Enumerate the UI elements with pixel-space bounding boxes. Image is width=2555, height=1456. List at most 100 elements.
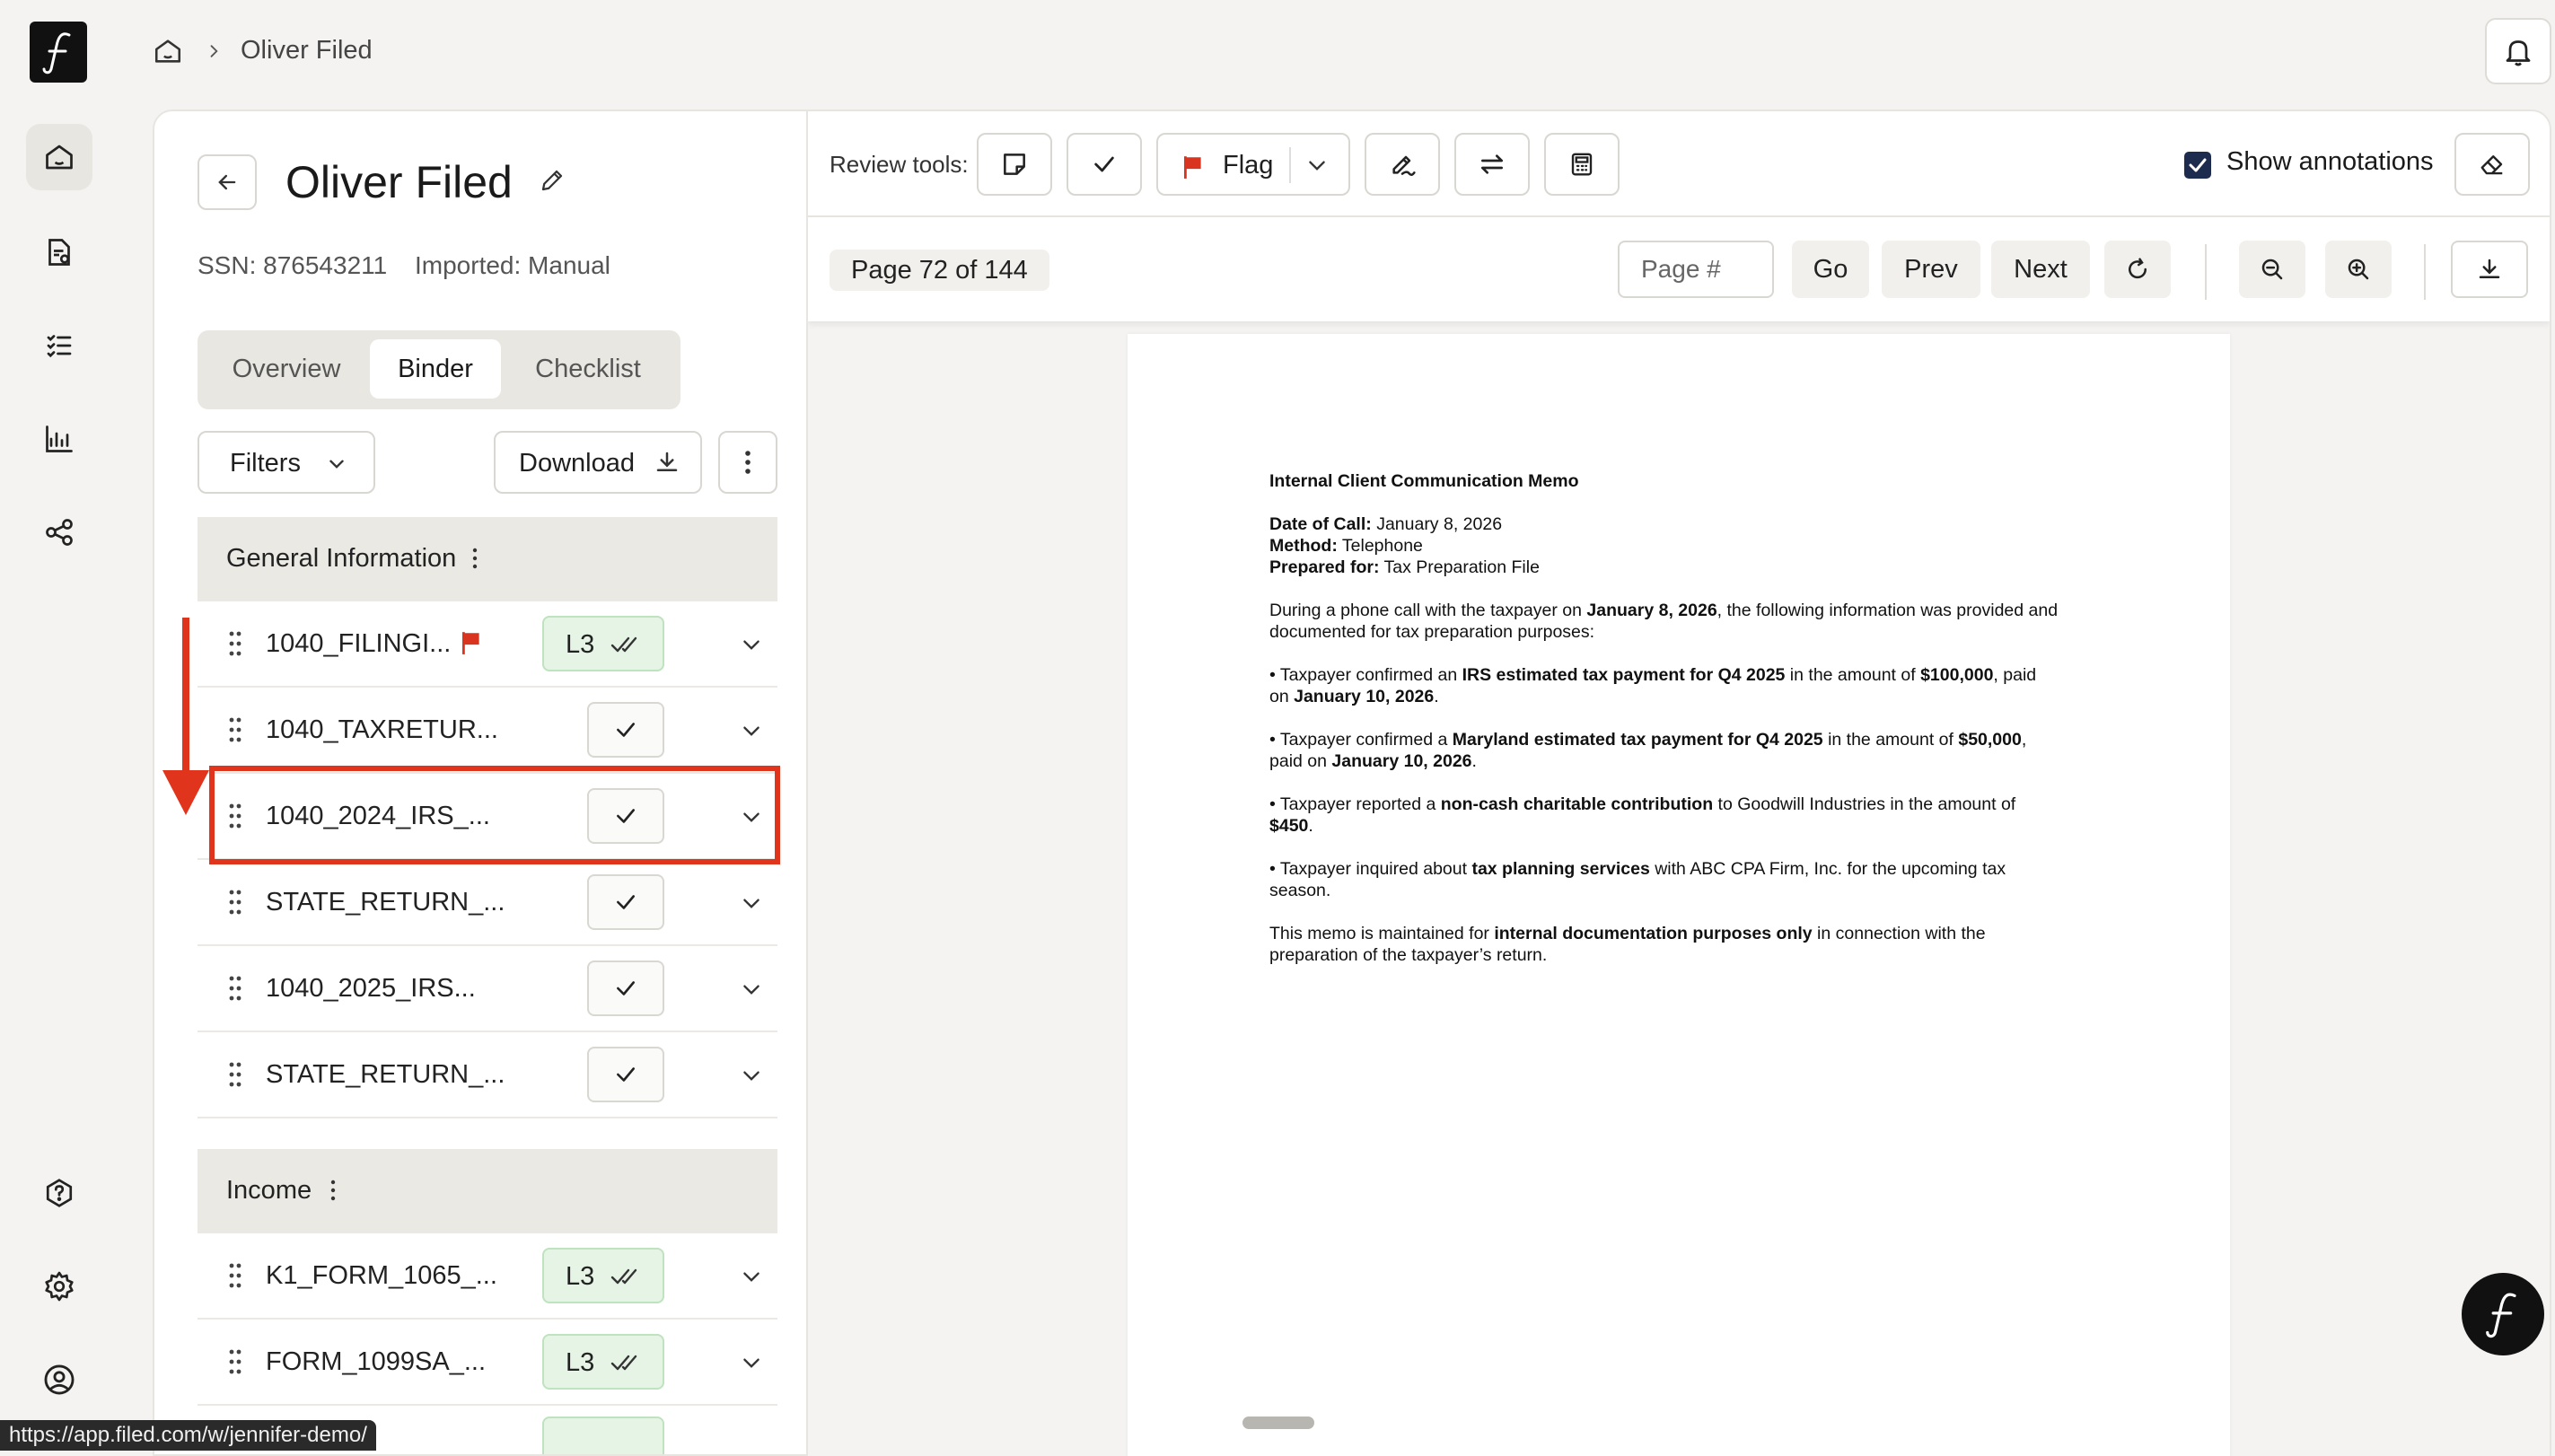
chevron-down-icon[interactable] <box>1305 156 1329 176</box>
back-button[interactable] <box>198 154 257 210</box>
chevron-down-icon[interactable] <box>740 894 763 914</box>
nav-home[interactable] <box>26 124 92 190</box>
share-icon <box>43 516 75 548</box>
next-page-button[interactable]: Next <box>1991 241 2090 298</box>
pencil-icon[interactable] <box>539 167 566 194</box>
kebab-menu-icon[interactable] <box>472 548 478 569</box>
tab-overview[interactable]: Overview <box>206 339 366 399</box>
drag-handle-icon[interactable] <box>228 1061 242 1088</box>
nav-account[interactable] <box>26 1346 92 1413</box>
nav-analytics[interactable] <box>26 406 92 472</box>
chevron-down-icon[interactable] <box>740 722 763 741</box>
page-number-input[interactable] <box>1618 241 1774 298</box>
mark-reviewed-button[interactable] <box>587 1047 664 1102</box>
drag-handle-icon[interactable] <box>228 630 242 657</box>
memo-method-label: Method: <box>1269 536 1338 556</box>
zoom-out-button[interactable] <box>2239 241 2305 298</box>
nav-share[interactable] <box>26 499 92 566</box>
binder-row[interactable]: K1_FORM_1065_... L3 <box>198 1233 777 1320</box>
nav-help[interactable] <box>26 1160 92 1226</box>
drag-handle-icon[interactable] <box>228 975 242 1002</box>
approve-button[interactable] <box>1067 133 1142 196</box>
chevron-down-icon <box>325 452 348 476</box>
mark-reviewed-button[interactable] <box>587 702 664 758</box>
flag-icon <box>1181 154 1205 180</box>
review-level-badge[interactable] <box>542 1417 664 1454</box>
client-imported: Imported: Manual <box>415 251 610 279</box>
zoom-in-button[interactable] <box>2325 241 2392 298</box>
binder-row[interactable]: FORM_1099SA_... L3 <box>198 1320 777 1406</box>
prev-page-button[interactable]: Prev <box>1882 241 1980 298</box>
clear-annotations-button[interactable] <box>2454 133 2530 196</box>
check-icon <box>614 978 637 998</box>
breadcrumb-home-icon[interactable] <box>153 36 183 66</box>
text-run-bold: internal documentation purposes only <box>1494 924 1813 943</box>
memo-intro: During a phone call with the taxpayer on… <box>1269 600 2059 643</box>
nav-settings[interactable] <box>26 1253 92 1320</box>
signature-button[interactable] <box>1365 133 1440 196</box>
binder-row[interactable]: 1040_TAXRETUR... <box>198 688 777 774</box>
filed-logo-icon[interactable] <box>30 22 87 83</box>
download-page-button[interactable] <box>2451 241 2528 298</box>
sticky-note-button[interactable] <box>977 133 1052 196</box>
text-run: • Taxpayer confirmed an <box>1269 665 1462 685</box>
mark-reviewed-button[interactable] <box>587 960 664 1016</box>
binder-row[interactable]: 1040_2025_IRS... <box>198 946 777 1032</box>
chart-icon <box>43 423 75 455</box>
go-button[interactable]: Go <box>1792 241 1869 298</box>
document-name: 1040_FILINGI... <box>266 629 452 658</box>
chevron-down-icon[interactable] <box>740 1267 763 1287</box>
review-level-badge[interactable]: L3 <box>542 1248 664 1303</box>
horizontal-scrollbar[interactable] <box>1242 1417 1314 1429</box>
drag-handle-icon[interactable] <box>228 1348 242 1375</box>
filters-button[interactable]: Filters <box>198 431 375 494</box>
binder-row[interactable]: STATE_RETURN_... <box>198 1032 777 1118</box>
nav-documents[interactable] <box>26 219 92 285</box>
text-run: . <box>1308 816 1313 836</box>
review-level-badge[interactable]: L3 <box>542 1334 664 1390</box>
chevron-down-icon[interactable] <box>740 636 763 655</box>
calculator-button[interactable] <box>1544 133 1620 196</box>
drag-handle-icon[interactable] <box>228 716 242 743</box>
flag-button[interactable]: Flag <box>1156 133 1350 196</box>
signature-pen-icon <box>1388 150 1417 179</box>
client-ssn: SSN: 876543211 <box>198 251 388 279</box>
double-check-icon <box>610 1267 641 1286</box>
text-run: During a phone call with the taxpayer on <box>1269 601 1587 620</box>
text-run: in the amount of <box>1785 665 1921 685</box>
drag-handle-icon[interactable] <box>228 889 242 916</box>
text-run-bold: $50,000 <box>1958 730 2022 750</box>
binder-row[interactable]: 1040_FILINGI... L3 <box>198 601 777 688</box>
assistant-launcher-button[interactable] <box>2462 1273 2544 1355</box>
more-options-button[interactable] <box>718 431 777 494</box>
show-annotations-checkbox[interactable] <box>2183 151 2212 180</box>
text-run-bold: Maryland estimated tax payment for Q4 20… <box>1452 730 1823 750</box>
section-general-information[interactable]: General Information <box>198 517 777 601</box>
text-run-bold: January 8, 2026 <box>1586 601 1717 620</box>
drag-handle-icon[interactable] <box>228 1262 242 1289</box>
nav-checklist[interactable] <box>26 312 92 379</box>
chevron-down-icon[interactable] <box>740 1354 763 1373</box>
binder-row[interactable]: STATE_RETURN_... <box>198 860 777 946</box>
section-income[interactable]: Income <box>198 1149 777 1233</box>
rotate-button[interactable] <box>2104 241 2171 298</box>
page-toolbar: Page 72 of 144 Go Prev Next <box>808 217 2550 321</box>
text-run-bold: January 10, 2026 <box>1331 751 1472 771</box>
notifications-button[interactable] <box>2485 18 2551 84</box>
download-button[interactable]: Download <box>494 431 702 494</box>
home-icon <box>43 141 75 173</box>
arrow-left-icon <box>215 170 240 195</box>
check-icon <box>614 1065 637 1084</box>
kebab-menu-icon[interactable] <box>330 1180 336 1201</box>
tab-binder[interactable]: Binder <box>370 339 501 399</box>
check-icon <box>614 720 637 740</box>
review-level-badge[interactable]: L3 <box>542 616 664 671</box>
tab-checklist[interactable]: Checklist <box>505 339 672 399</box>
compare-button[interactable] <box>1454 133 1530 196</box>
chevron-down-icon[interactable] <box>740 980 763 1000</box>
chevron-down-icon[interactable] <box>740 1066 763 1086</box>
memo-method: Telephone <box>1341 536 1423 556</box>
left-rail <box>0 0 119 1451</box>
text-run: • Taxpayer reported a <box>1269 794 1441 814</box>
mark-reviewed-button[interactable] <box>587 874 664 930</box>
